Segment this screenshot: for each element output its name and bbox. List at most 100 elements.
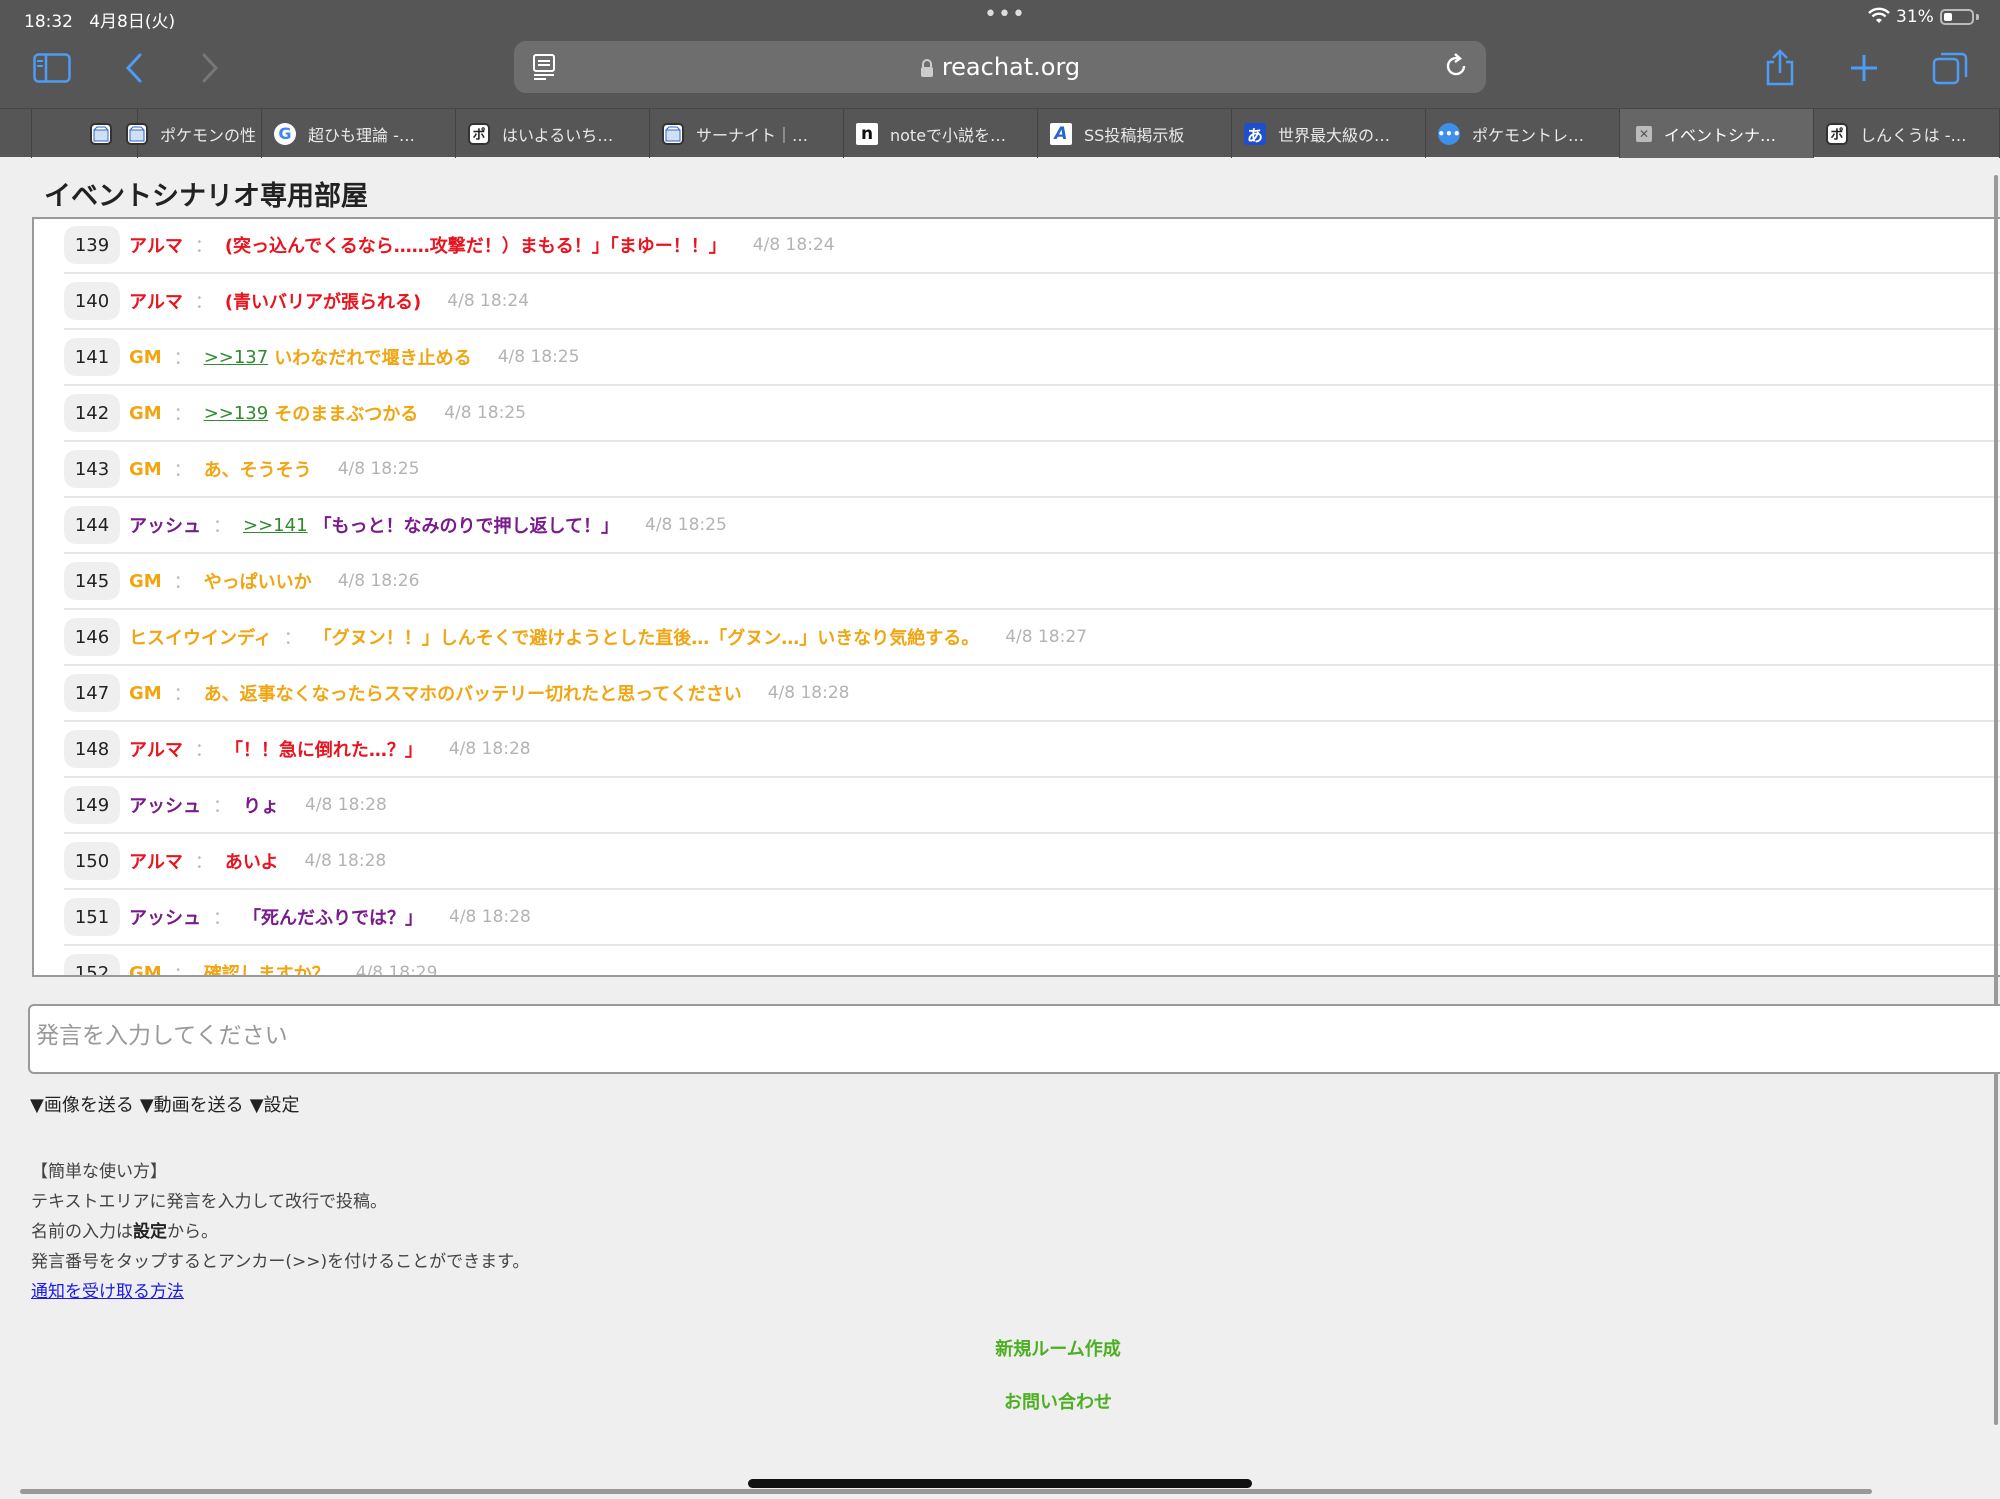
message-number[interactable]: 142 — [64, 394, 120, 432]
battery-percent: 31% — [1896, 7, 1934, 27]
tab-label: noteで小説を… — [890, 125, 1007, 145]
sidebar-toggle-icon[interactable] — [30, 48, 74, 88]
notification-howto-link[interactable]: 通知を受け取る方法 — [31, 1282, 184, 1302]
new-tab-icon[interactable] — [1842, 48, 1886, 88]
speaker-name: アルマ — [129, 852, 183, 873]
chat-log[interactable]: 139 アルマ ： (突っ込んでくるなら……攻撃だ！）まもる！」「まゆー！！」 4/8 … — [32, 217, 2000, 977]
settings-link[interactable]: ▼設定 — [250, 1095, 300, 1116]
reply-anchor-link[interactable]: >>141 — [243, 515, 308, 536]
message-text: いわなだれで堰き止める — [274, 348, 472, 369]
send-image-link[interactable]: ▼画像を送る — [30, 1095, 134, 1116]
status-time: 18:32 4月8日(火) — [24, 12, 176, 32]
message-number[interactable]: 147 — [64, 674, 120, 712]
page-title: イベントシナリオ専用部屋 — [44, 181, 368, 212]
browser-tab[interactable]: サーナイト｜… — [650, 109, 844, 158]
message-timestamp: 4/8 18:24 — [447, 291, 530, 311]
speaker-name: GM — [129, 962, 162, 977]
pokemon-site-icon — [662, 122, 684, 145]
address-bar[interactable]: reachat.org — [514, 41, 1486, 93]
google-icon: G — [274, 122, 296, 145]
help-line-3: 発言番号をタップするとアンカー(>>)を付けることができます。 — [31, 1252, 530, 1272]
pokemon-site-icon — [126, 122, 148, 145]
chat-message: 151 アッシュ ： 「死んだふりでは？」 4/8 18:28 — [64, 890, 2000, 946]
po-site-icon: ポ — [1826, 122, 1848, 145]
tab-label: 超ひも理論 -… — [308, 125, 415, 145]
horizontal-scrollbar[interactable] — [20, 1489, 1872, 1494]
chat-message: 147 GM ： あ、返事なくなったらスマホのバッテリー切れたと思ってください 4/8 … — [64, 666, 2000, 722]
browser-tab[interactable]: G 超ひも理論 -… — [262, 109, 456, 158]
speaker-name: アッシュ — [129, 516, 201, 537]
browser-tab[interactable]: A SS投稿掲示板 — [1038, 109, 1232, 158]
message-number[interactable]: 150 — [64, 842, 120, 880]
chat-message: 150 アルマ ： あいよ 4/8 18:28 — [64, 834, 2000, 890]
message-timestamp: 4/8 18:28 — [304, 851, 387, 871]
battery-level — [1944, 13, 1952, 21]
speaker-name: アルマ — [129, 292, 183, 313]
message-text: あ、そうそう — [203, 460, 312, 481]
message-timestamp: 4/8 18:25 — [497, 347, 580, 367]
multitask-dots-icon[interactable]: ••• — [984, 2, 1026, 27]
message-number[interactable]: 143 — [64, 450, 120, 488]
forward-icon[interactable] — [188, 48, 232, 88]
message-text: (青いバリアが張られる) — [224, 292, 422, 313]
message-text: 確認しますか？ — [203, 964, 330, 977]
contact-link[interactable]: お問い合わせ — [908, 1388, 1208, 1414]
url-text[interactable]: reachat.org — [514, 53, 1486, 81]
browser-tab[interactable]: ポしんくうは -… — [1814, 109, 2000, 158]
message-number[interactable]: 152 — [64, 954, 120, 975]
browser-tab[interactable]: ••• ポケモントレ… — [1426, 109, 1620, 158]
message-timestamp: 4/8 18:28 — [305, 795, 387, 815]
tab-label: イベントシナ… — [1664, 125, 1777, 145]
message-text: 「死んだふりでは？」 — [243, 908, 423, 929]
browser-tab[interactable]: ポケモンの性 — [114, 109, 262, 158]
speaker-name: ヒスイウインディ — [129, 628, 272, 649]
speaker-name: アルマ — [129, 236, 183, 257]
message-number[interactable]: 151 — [64, 898, 120, 936]
message-number[interactable]: 146 — [64, 618, 120, 656]
browser-tab[interactable]: あ世界最大級の… — [1232, 109, 1426, 158]
close-tab-icon[interactable]: ✕ — [1636, 125, 1652, 142]
message-text: りょ — [243, 796, 279, 817]
name-separator: ： — [194, 740, 213, 761]
send-video-link[interactable]: ▼動画を送る — [140, 1095, 244, 1116]
share-icon[interactable] — [1758, 48, 1802, 88]
reply-anchor-link[interactable]: >>137 — [204, 347, 269, 368]
message-number[interactable]: 149 — [64, 786, 120, 824]
page-scrollbar[interactable] — [1994, 175, 1998, 1425]
name-separator: ： — [283, 628, 302, 649]
chat-message: 146 ヒスイウインディ ： 「グヌン！！」しんそくで避けようとした直後…「グヌン…」… — [64, 610, 2000, 666]
tabs-overview-icon[interactable] — [1928, 48, 1972, 88]
message-number[interactable]: 140 — [64, 282, 120, 320]
name-separator: ： — [173, 460, 192, 481]
message-number[interactable]: 148 — [64, 730, 120, 768]
tab-label: はいよるいち… — [502, 125, 614, 145]
message-number[interactable]: 141 — [64, 338, 120, 376]
reply-anchor-link[interactable]: >>139 — [204, 403, 269, 424]
message-number[interactable]: 144 — [64, 506, 120, 544]
browser-tab[interactable]: ✕ イベントシナ… — [1620, 109, 1814, 158]
new-room-link[interactable]: 新規ルーム作成 — [908, 1335, 1208, 1361]
back-icon[interactable] — [112, 48, 156, 88]
browser-tab[interactable] — [0, 109, 32, 158]
home-indicator — [748, 1479, 1252, 1488]
message-timestamp: 4/8 18:25 — [444, 403, 526, 423]
message-number[interactable]: 145 — [64, 562, 120, 600]
tab-label: SS投稿掲示板 — [1084, 125, 1185, 145]
message-number[interactable]: 139 — [64, 226, 120, 264]
status-bar: 18:32 4月8日(火) ••• 31% — [0, 0, 2000, 34]
speaker-name: GM — [129, 458, 162, 480]
speaker-name: アッシュ — [129, 908, 201, 929]
browser-tab[interactable]: n noteで小説を… — [844, 109, 1038, 158]
reload-icon[interactable] — [1442, 52, 1470, 80]
chat-message: 141 GM ： >>137 いわなだれで堰き止める 4/8 18:25 — [64, 330, 2000, 386]
name-separator: ： — [173, 572, 192, 593]
chat-message: 152 GM ： 確認しますか？ 4/8 18:29 — [64, 946, 2000, 977]
message-text: (突っ込んでくるなら……攻撃だ！）まもる！」「まゆー！！」 — [224, 236, 727, 257]
speaker-name: GM — [129, 682, 162, 704]
message-input[interactable]: 発言を入力してください — [28, 1004, 2000, 1074]
name-separator: ： — [194, 236, 213, 257]
browser-tab[interactable]: ポはいよるいち… — [456, 109, 650, 158]
chat-icon: ••• — [1438, 122, 1461, 145]
name-separator: ： — [213, 908, 231, 929]
speaker-name: GM — [129, 402, 162, 424]
